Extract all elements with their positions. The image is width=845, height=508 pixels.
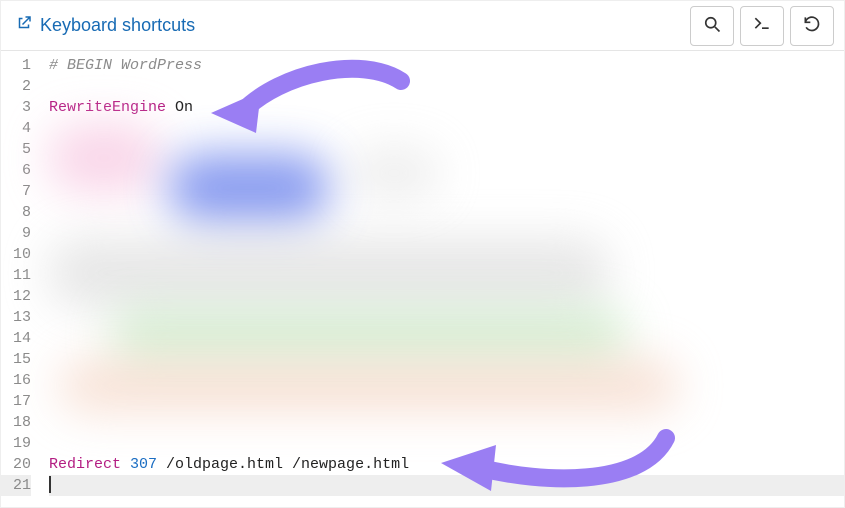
code-line[interactable] [49, 475, 844, 496]
terminal-icon [752, 14, 772, 37]
undo-button[interactable] [790, 6, 834, 46]
keyboard-shortcuts-link[interactable]: Keyboard shortcuts [15, 14, 195, 37]
search-icon [702, 14, 722, 37]
toolbar: Keyboard shortcuts [1, 1, 844, 51]
code-line[interactable] [49, 202, 844, 223]
code-line[interactable] [49, 160, 844, 181]
code-line[interactable] [49, 265, 844, 286]
code-line[interactable] [49, 433, 844, 454]
command-button[interactable] [740, 6, 784, 46]
code-line[interactable] [49, 349, 844, 370]
code-line[interactable] [49, 181, 844, 202]
code-line[interactable] [49, 286, 844, 307]
code-line[interactable] [49, 118, 844, 139]
code-line[interactable]: # BEGIN WordPress [49, 55, 844, 76]
search-button[interactable] [690, 6, 734, 46]
code-line[interactable]: Redirect 307 /oldpage.html /newpage.html [49, 454, 844, 475]
code-line[interactable] [49, 307, 844, 328]
undo-icon [802, 14, 822, 37]
code-line[interactable] [49, 391, 844, 412]
external-link-icon [15, 14, 33, 37]
code-line[interactable] [49, 244, 844, 265]
code-line[interactable] [49, 223, 844, 244]
code-line[interactable] [49, 370, 844, 391]
code-line[interactable] [49, 139, 844, 160]
code-line[interactable]: RewriteEngine On [49, 97, 844, 118]
code-area[interactable]: # BEGIN WordPress RewriteEngine On Redirec… [41, 51, 844, 507]
line-number-gutter: 123456789101112131415161718192021 [1, 51, 41, 507]
code-editor[interactable]: 123456789101112131415161718192021 # BEGI… [1, 51, 844, 507]
code-line[interactable] [49, 412, 844, 433]
code-line[interactable] [49, 76, 844, 97]
code-line[interactable] [49, 328, 844, 349]
keyboard-shortcuts-label: Keyboard shortcuts [40, 15, 195, 36]
